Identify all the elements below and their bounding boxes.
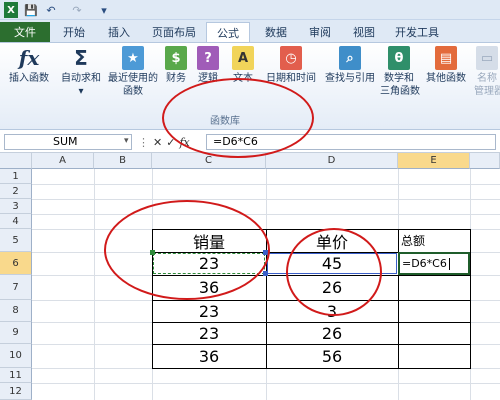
redo-icon[interactable]: ↷ — [70, 2, 84, 18]
row-header-3[interactable]: 3 — [0, 199, 32, 214]
sigma-icon: Σ — [74, 46, 88, 70]
lookup-book-icon: ⌕ — [339, 46, 361, 70]
tab-developer[interactable]: 开发工具 — [388, 22, 446, 42]
finance-book-icon: $ — [165, 46, 187, 70]
tab-home[interactable]: 开始 — [54, 22, 94, 42]
cancel-icon[interactable]: ✕ — [153, 136, 162, 149]
name-box-dropdown-icon[interactable]: ▾ — [124, 136, 129, 146]
tab-view[interactable]: 视图 — [344, 22, 384, 42]
theta-book-icon: θ — [388, 46, 410, 70]
annotation-circle-sales-header — [104, 200, 270, 300]
lookup-reference-button[interactable]: ⌕ 查找与引用 — [320, 46, 380, 85]
tab-data[interactable]: 数据 — [256, 22, 296, 42]
annotation-circle-unit-price — [286, 228, 382, 316]
annotation-circle-function-library — [162, 78, 314, 158]
gridline — [32, 383, 500, 384]
excel-icon: X — [4, 2, 18, 18]
undo-icon[interactable]: ↶ — [44, 2, 58, 18]
financial-button[interactable]: $ 财务 — [162, 46, 190, 85]
text-book-icon: A — [232, 46, 254, 70]
table-cell[interactable]: 56 — [266, 344, 398, 368]
name-manager-button[interactable]: ▭ 名称 管理器 — [474, 46, 500, 98]
header-cell-total[interactable]: 总额 — [398, 229, 470, 252]
column-header-a[interactable]: A — [32, 153, 94, 169]
active-cell-e6[interactable]: =D6*C6 — [398, 252, 470, 275]
insert-function-button[interactable]: fx 插入函数 — [6, 46, 52, 85]
gridline — [32, 199, 500, 200]
fx-icon: fx — [18, 46, 40, 70]
customize-icon[interactable]: ▾ — [98, 2, 110, 18]
row-header-4[interactable]: 4 — [0, 214, 32, 229]
name-tag-icon: ▭ — [476, 46, 498, 70]
row-header-8[interactable]: 8 — [0, 300, 32, 322]
range-handle[interactable] — [263, 271, 268, 276]
column-header-f[interactable] — [470, 153, 500, 169]
row-header-9[interactable]: 9 — [0, 322, 32, 344]
more-functions-button[interactable]: ▤ 其他函数 — [424, 46, 468, 85]
row-header-11[interactable]: 11 — [0, 368, 32, 383]
more-book-icon: ▤ — [435, 46, 457, 70]
cell-formula-text: =D6*C6 — [402, 257, 447, 270]
table-cell[interactable]: 23 — [152, 300, 266, 322]
gridline — [32, 214, 500, 215]
tab-insert[interactable]: 插入 — [98, 22, 140, 42]
autosum-button[interactable]: Σ 自动求和 ▾ — [58, 46, 104, 98]
math-trig-button[interactable]: θ 数学和 三角函数 — [380, 46, 420, 98]
tab-file[interactable]: 文件 — [0, 22, 50, 42]
row-header-1[interactable]: 1 — [0, 169, 32, 184]
tab-formulas[interactable]: 公式 — [206, 22, 250, 42]
row-header-6[interactable]: 6 — [0, 252, 32, 275]
name-box[interactable]: SUM — [4, 134, 132, 150]
select-all-corner[interactable] — [0, 153, 32, 169]
column-header-d[interactable]: D — [266, 153, 398, 169]
tab-review[interactable]: 审阅 — [300, 22, 340, 42]
table-cell[interactable]: 23 — [152, 322, 266, 344]
gridline — [94, 169, 95, 400]
gridline — [32, 184, 500, 185]
row-header-7[interactable]: 7 — [0, 275, 32, 300]
tab-page-layout[interactable]: 页面布局 — [144, 22, 204, 42]
dots-icon: ⋮ — [138, 135, 149, 149]
row-header-2[interactable]: 2 — [0, 184, 32, 199]
table-cell[interactable]: 36 — [152, 344, 266, 368]
logic-book-icon: ? — [197, 46, 219, 70]
row-header-5[interactable]: 5 — [0, 229, 32, 252]
column-header-e[interactable]: E — [398, 153, 470, 169]
column-header-b[interactable]: B — [94, 153, 152, 169]
table-cell[interactable]: 26 — [266, 322, 398, 344]
row-header-10[interactable]: 10 — [0, 344, 32, 368]
date-time-button[interactable]: ◷ 日期和时间 — [262, 46, 320, 85]
row-header-12[interactable]: 12 — [0, 383, 32, 400]
text-cursor — [448, 257, 450, 270]
recently-used-button[interactable]: ★ 最近使用的 函数 — [106, 46, 160, 98]
save-icon[interactable]: 💾 — [24, 2, 38, 18]
clock-book-icon: ◷ — [280, 46, 302, 70]
star-book-icon: ★ — [122, 46, 144, 70]
